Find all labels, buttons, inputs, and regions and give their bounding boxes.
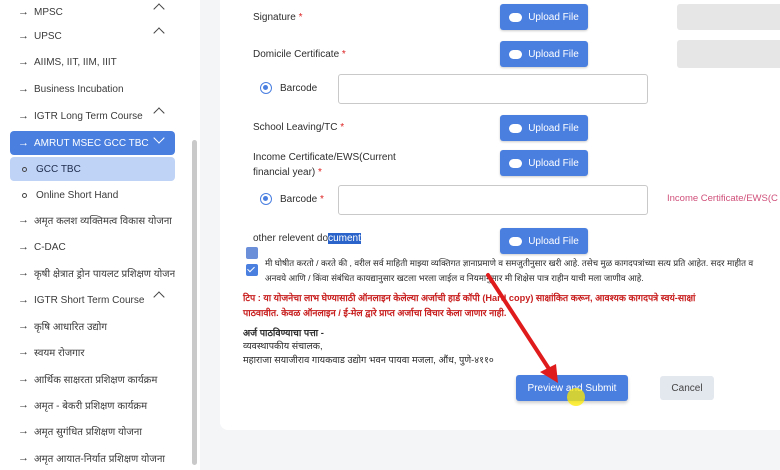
mouse-cursor-highlight [567, 388, 585, 406]
annotation-arrow [486, 273, 558, 383]
